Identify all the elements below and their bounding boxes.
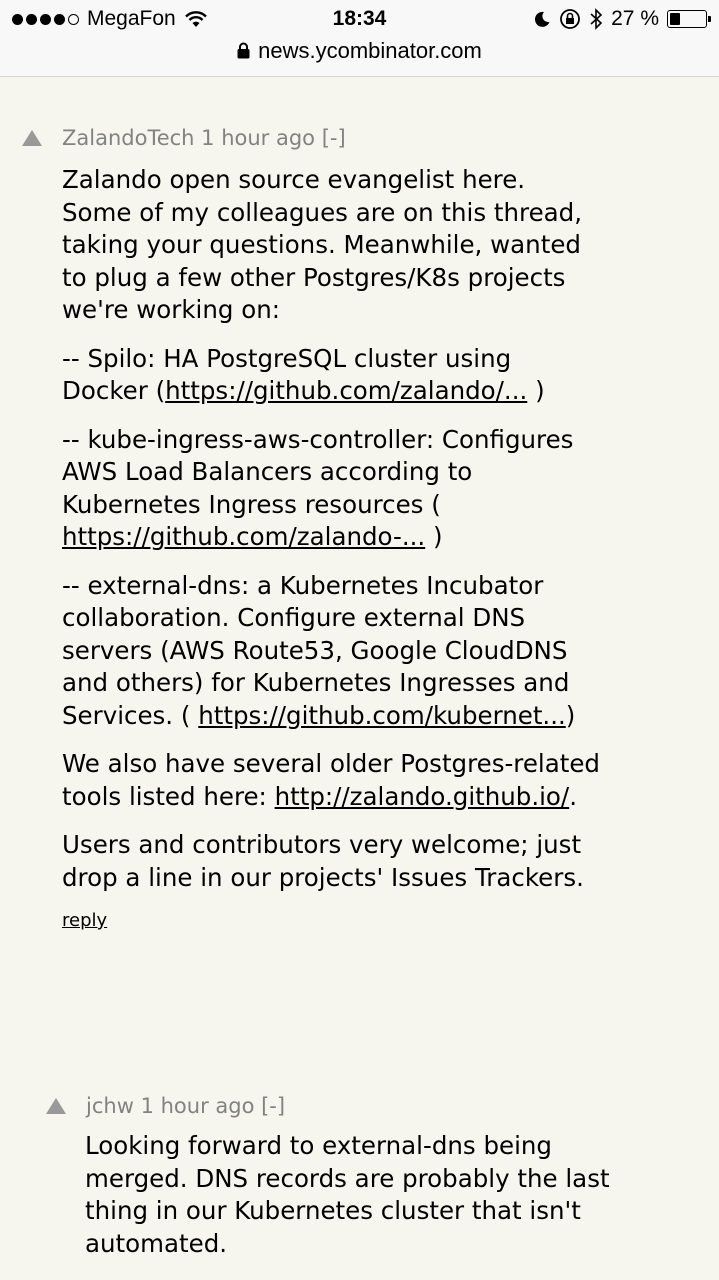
comment-author[interactable]: ZalandoTech [62, 126, 194, 150]
paragraph-text: -- kube-ingress-aws-controller: Configur… [62, 424, 574, 519]
paragraph-text: ) [425, 522, 443, 551]
comment-paragraph: Zalando open source evangelist here. Som… [62, 165, 582, 324]
paragraph-text: . [569, 781, 577, 811]
comment-age[interactable]: 1 hour ago [201, 126, 315, 150]
comment-meta: jchw 1 hour ago [-] [86, 1094, 285, 1118]
comment-body: Zalando open source evangelist here. Som… [62, 164, 602, 894]
comment-paragraph: -- Spilo: HA PostgreSQL cluster using Do… [62, 343, 602, 408]
zalando-github-link[interactable]: http://zalando.github.io/ [275, 782, 570, 811]
comment-paragraph: -- kube-ingress-aws-controller: Configur… [62, 424, 602, 554]
collapse-toggle[interactable]: [-] [322, 126, 346, 150]
comment-paragraph: -- external-dns: a Kubernetes Incubator … [62, 570, 602, 733]
comment-paragraph: Looking forward to external-dns being me… [85, 1131, 610, 1258]
paragraph-text: ) [565, 700, 576, 730]
paragraph-text: ) [527, 376, 545, 405]
status-bar: MegaFon 18:34 27 % [0, 0, 719, 40]
comment-header: jchw 1 hour ago [-] [46, 1088, 706, 1124]
reply-container: reply [62, 910, 702, 931]
comment: jchw 1 hour ago [-] Looking forward to e… [46, 1088, 706, 1276]
comment-body: Looking forward to external-dns being me… [85, 1130, 645, 1260]
url-text: news.ycombinator.com [258, 38, 482, 63]
battery-percent: 27 % [611, 7, 659, 30]
comment-paragraph: We also have several older Postgres-rela… [62, 748, 602, 813]
battery-icon [667, 10, 711, 28]
bluetooth-icon [590, 8, 603, 30]
address-bar[interactable]: news.ycombinator.com [0, 38, 719, 64]
reply-link[interactable]: reply [62, 910, 107, 931]
upvote-arrow-icon[interactable] [22, 130, 42, 146]
comment: ZalandoTech 1 hour ago [-] Zalando open … [22, 120, 702, 931]
comment-author[interactable]: jchw [86, 1094, 134, 1118]
upvote-arrow-icon[interactable] [46, 1098, 66, 1114]
lock-icon [237, 42, 250, 59]
spilo-link[interactable]: https://github.com/zalando/... [165, 376, 527, 405]
kube-ingress-link[interactable]: https://github.com/zalando-... [62, 522, 425, 551]
comment-header: ZalandoTech 1 hour ago [-] [22, 120, 702, 156]
comment-age[interactable]: 1 hour ago [141, 1094, 255, 1118]
comment-meta: ZalandoTech 1 hour ago [-] [62, 126, 346, 150]
moon-icon [535, 11, 550, 27]
comment-paragraph: Users and contributors very welcome; jus… [62, 830, 584, 892]
browser-top-bar: MegaFon 18:34 27 % news.ycombinator.com [0, 0, 719, 77]
collapse-toggle[interactable]: [-] [261, 1094, 285, 1118]
external-dns-link[interactable]: https://github.com/kubernet... [198, 701, 566, 730]
rotation-lock-icon [560, 9, 581, 29]
